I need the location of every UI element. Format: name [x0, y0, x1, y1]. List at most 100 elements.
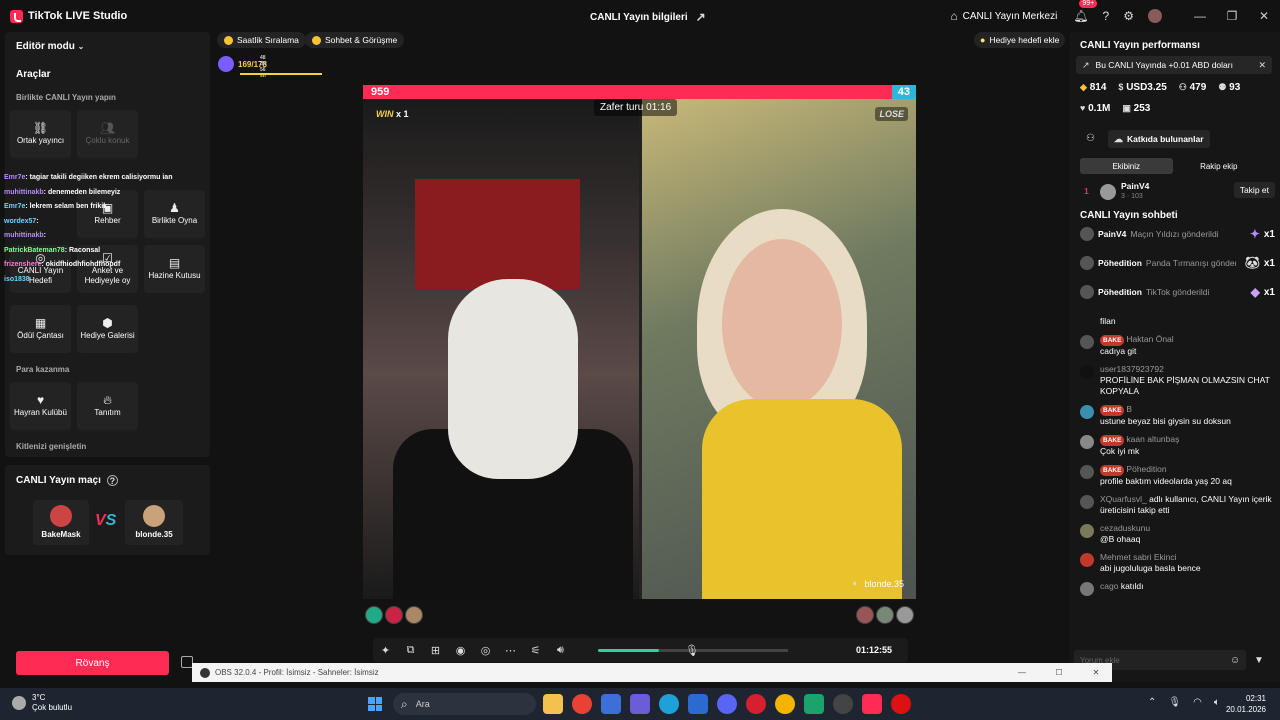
tool-promote[interactable]: 🔥︎ Tanıtım: [77, 382, 138, 430]
follow-button[interactable]: Takip et: [1233, 182, 1275, 198]
diamond-icon: ◆: [1080, 82, 1087, 92]
mic-slider-track[interactable]: [708, 649, 788, 652]
chrome-profile-icon[interactable]: [775, 694, 795, 714]
chat-list[interactable]: filan BAKE Haktan Önal cadıya git user1837…: [1080, 316, 1275, 603]
windows-start-icon[interactable]: [368, 697, 382, 711]
sliders-icon[interactable]: ⚟: [523, 644, 548, 657]
help-icon[interactable]: ?: [1103, 9, 1110, 23]
obs-close-button[interactable]: ✕: [1080, 668, 1112, 677]
chevron-down-icon: ⌄: [77, 42, 85, 51]
wifi-icon[interactable]: ◠: [1193, 697, 1202, 708]
obs-logo-icon: [200, 667, 210, 678]
more-icon[interactable]: ⋯: [498, 644, 523, 657]
avatar: [1080, 335, 1094, 349]
overlay-chat-line: Emr7e: tagiar takili degiiken ekrem cali…: [4, 174, 173, 181]
magic-wand-icon[interactable]: ✦: [373, 644, 398, 657]
host-top-gifters[interactable]: [365, 606, 423, 624]
taskbar-search[interactable]: ⌕ Ara: [393, 693, 536, 715]
avatar: [143, 505, 165, 527]
hourly-ranking-button[interactable]: Saatlik Sıralama: [217, 32, 306, 48]
store-icon[interactable]: [601, 694, 621, 714]
stat-diamonds: ◆ 814: [1080, 82, 1107, 93]
list-item: BAKE Haktan Önal cadıya git: [1080, 334, 1275, 357]
performance-stats-2: ♥ 0.1M ▣ 253: [1080, 103, 1150, 114]
edge-icon[interactable]: [659, 694, 679, 714]
title-bar: TikTok LIVE Studio CANLI Yayın bilgileri…: [0, 0, 1280, 32]
gift-message: PöheditionPanda Tırmanışı gönderildi🐼︎x1: [1080, 253, 1275, 273]
overlay-chat-line: PatrickBateman78: Raconsal: [4, 246, 101, 254]
obs-minimize-button[interactable]: —: [1006, 668, 1038, 677]
discord-icon[interactable]: [717, 694, 737, 714]
filter-icon[interactable]: ▼: [1254, 655, 1264, 666]
close-icon[interactable]: ✕: [1258, 60, 1266, 71]
volume-icon[interactable]: 🔊︎: [548, 644, 573, 657]
clock[interactable]: 02:31 20.01.2026: [1226, 693, 1266, 715]
chat-call-button[interactable]: Sohbet & Görüşme: [305, 32, 405, 48]
tool-cohost[interactable]: ⛓ Ortak yayıncı: [10, 110, 71, 158]
cloud-icon: [12, 696, 26, 710]
record-icon[interactable]: ◉: [448, 644, 473, 657]
tool-fan-club[interactable]: ♥ Hayran Kulübü: [10, 382, 71, 430]
rematch-button[interactable]: Rövanş: [16, 651, 169, 675]
opponent-top-gifters[interactable]: [856, 606, 914, 624]
vs-icon: VS: [95, 512, 117, 529]
contributors-button[interactable]: ☁ Katkıda bulunanlar: [1108, 130, 1210, 148]
opera-icon[interactable]: [746, 694, 766, 714]
contributor-row[interactable]: 1 PainV4 3 · 103 Takip et: [1084, 180, 1275, 206]
tiktok-icon[interactable]: [862, 694, 882, 714]
avatar: [1100, 184, 1116, 200]
user-plus-icon: ⚉: [1218, 82, 1227, 92]
avatar[interactable]: [1148, 9, 1162, 23]
trend-up-icon: ↗: [1082, 59, 1090, 70]
tab-your-team[interactable]: Ekibiniz: [1080, 158, 1173, 174]
live-preview[interactable]: 959 43 WIN x 1 LOSE Zafer turu 01:16 🔈︎ b…: [363, 85, 916, 599]
microphone-icon[interactable]: 🎙︎: [685, 644, 699, 657]
minimize-button[interactable]: —: [1184, 9, 1216, 23]
live-center-button[interactable]: ⌂ CANLI Yayın Merkezi: [950, 9, 1057, 23]
obs-window-titlebar[interactable]: OBS 32.0.4 - Profil: İsimsiz - Sahneler:…: [192, 663, 1112, 682]
add-gift-goal-button[interactable]: ● Hediye hedefi ekle: [974, 32, 1066, 48]
match-player-left[interactable]: BakeMask: [33, 500, 89, 545]
obs-maximize-button[interactable]: ☐: [1043, 668, 1075, 677]
overlay-chat-line: muhittinakb:: [4, 232, 47, 239]
gear-icon[interactable]: ⚙: [1123, 9, 1134, 23]
gift-icon: ⬢: [102, 315, 113, 330]
live-info-button[interactable]: CANLI Yayın bilgileri ↗: [590, 10, 706, 24]
youtube-icon[interactable]: [891, 694, 911, 714]
camera-icon[interactable]: ◎: [473, 644, 498, 657]
file-explorer-icon[interactable]: [543, 694, 563, 714]
teams-icon[interactable]: [630, 694, 650, 714]
follow-icon: [1080, 495, 1094, 509]
editor-mode-dropdown[interactable]: Editör modu ⌄: [16, 41, 84, 52]
chrome-icon[interactable]: [572, 694, 592, 714]
speaker-icon[interactable]: 🔈︎: [853, 578, 858, 589]
close-button[interactable]: ✕: [1248, 9, 1280, 23]
overlay-chat-line: frizenshere: okidfhiodhfiohdfhopdf: [4, 261, 121, 268]
volume-icon[interactable]: 🔈︎: [1214, 697, 1220, 708]
obs-icon[interactable]: [833, 694, 853, 714]
coin-icon: [224, 35, 233, 45]
layout-icon[interactable]: ⊞: [423, 644, 448, 657]
maximize-button[interactable]: ❐: [1216, 9, 1248, 23]
tab-rival-team[interactable]: Rakip ekip: [1173, 158, 1266, 174]
emoji-icon[interactable]: ☺: [1230, 655, 1240, 666]
weather-widget[interactable]: 3°C Çok bulutlu: [12, 693, 72, 713]
tool-reward-bag[interactable]: ▦ Ödül Çantası: [10, 305, 71, 353]
chevron-up-icon[interactable]: ⌃: [1148, 697, 1156, 708]
match-player-right[interactable]: blonde.35: [125, 500, 183, 545]
outlook-icon[interactable]: [688, 694, 708, 714]
notifications-button[interactable]: 🔔︎ 99+: [1073, 0, 1098, 25]
microphone-icon[interactable]: 🎙︎: [1168, 697, 1181, 708]
performance-stats: ◆ 814 $ USD3.25 ⚇ 479 ⚉ 93: [1080, 82, 1240, 93]
tiktok-gift-icon: ◆: [1250, 285, 1260, 299]
scene-icon[interactable]: ⧉: [398, 644, 423, 657]
kick-icon[interactable]: [804, 694, 824, 714]
host-video: [363, 99, 639, 599]
help-icon[interactable]: ?: [106, 475, 118, 486]
tool-multiguest[interactable]: 👥︎ Çoklu konuk: [77, 110, 138, 158]
user-list-icon[interactable]: ⚇: [1086, 133, 1095, 144]
bell-icon: 🔔︎: [1073, 9, 1089, 23]
tool-gift-gallery[interactable]: ⬢ Hediye Galerisi: [77, 305, 138, 353]
list-item: cago katıldı: [1080, 581, 1275, 596]
opponent-face: [722, 239, 842, 409]
